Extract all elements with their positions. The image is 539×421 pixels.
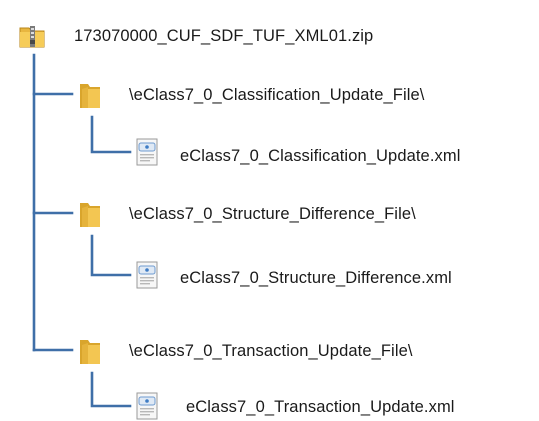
folder-icon (80, 203, 100, 227)
branch-file-1 (90, 115, 132, 154)
branch-file-3 (90, 371, 132, 408)
branch-file-2 (90, 234, 132, 277)
folder-icon (80, 340, 100, 364)
folder-1-label: \eClass7_0_Classification_Update_File\ (129, 86, 425, 104)
zip-folder-icon (19, 26, 45, 48)
folder-3-label: \eClass7_0_Transaction_Update_File\ (129, 342, 413, 360)
folder-2-label: \eClass7_0_Structure_Difference_File\ (129, 205, 416, 223)
folder-icon (80, 84, 100, 108)
xml-file-icon (136, 392, 158, 420)
file-3-label: eClass7_0_Transaction_Update.xml (186, 398, 455, 416)
root-label: 173070000_CUF_SDF_TUF_XML01.zip (74, 27, 374, 45)
file-1-label: eClass7_0_Classification_Update.xml (180, 147, 461, 165)
xml-file-icon (136, 261, 158, 289)
file-2-label: eClass7_0_Structure_Difference.xml (180, 269, 452, 287)
xml-file-icon (136, 138, 158, 166)
